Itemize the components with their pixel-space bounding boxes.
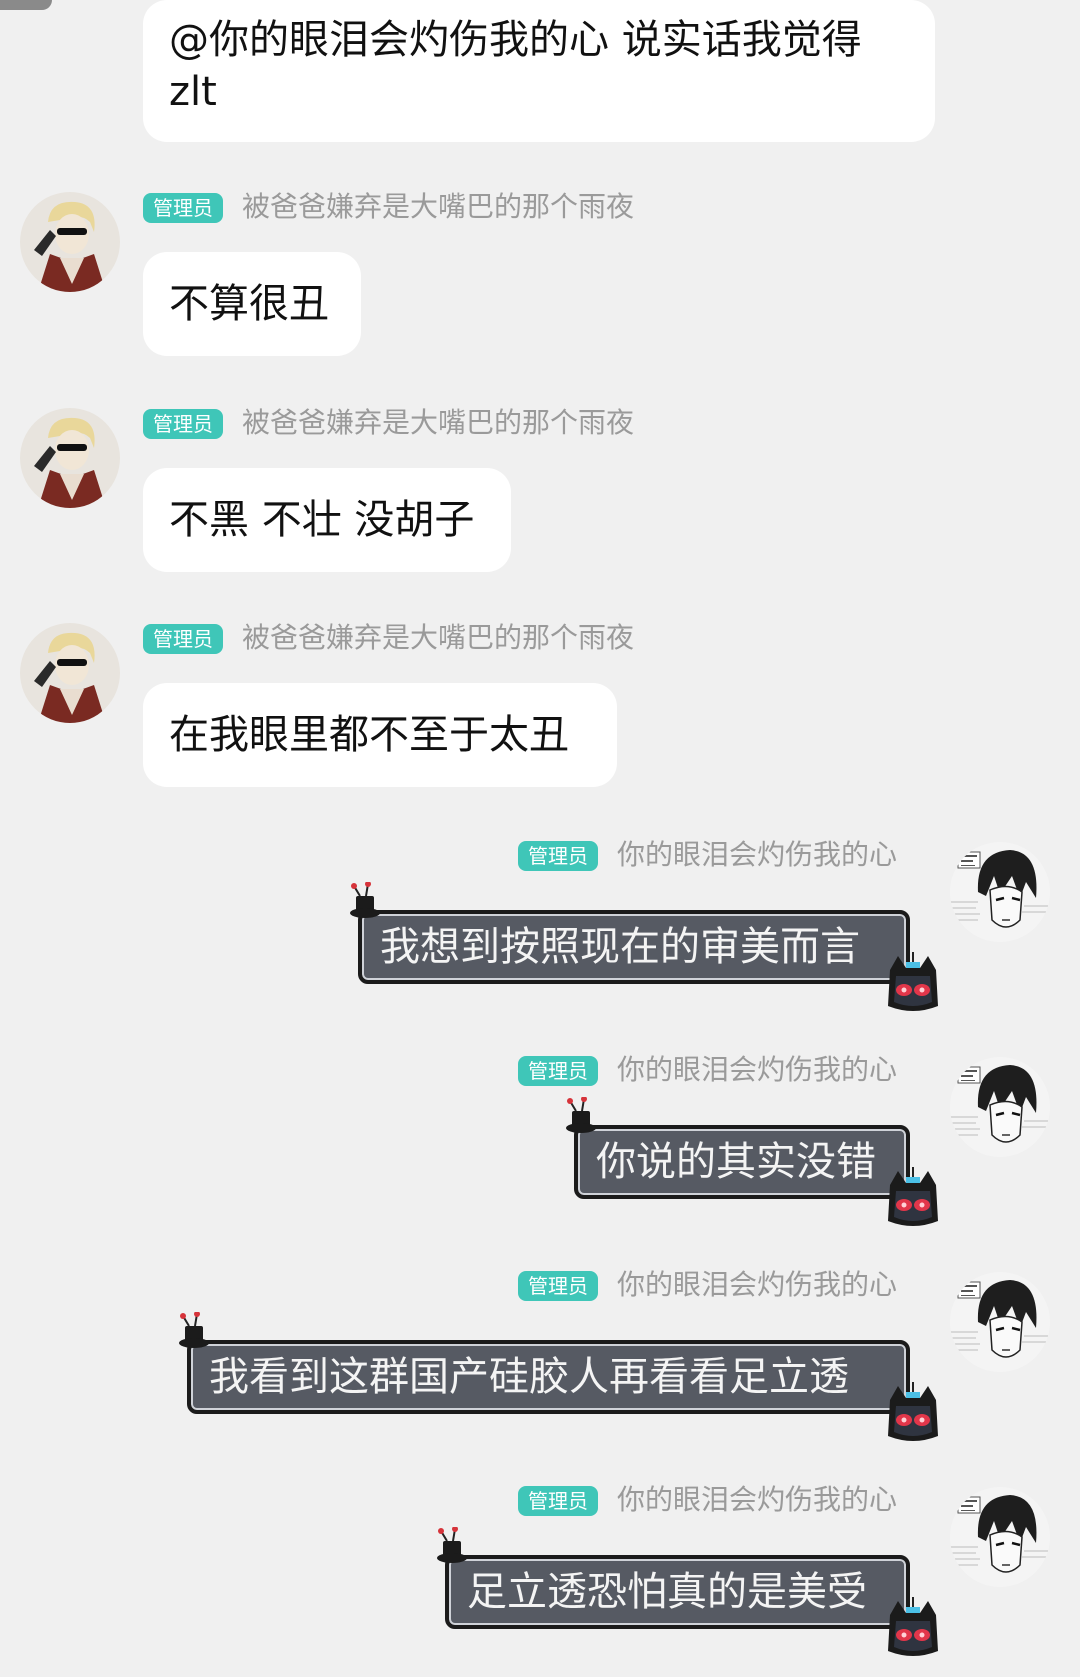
message-bubble[interactable]: 不算很丑 bbox=[143, 252, 361, 356]
message-bubble[interactable]: 你说的其实没错 bbox=[574, 1125, 910, 1199]
sender-avatar-icon[interactable] bbox=[950, 1487, 1050, 1587]
sender-avatar-icon[interactable] bbox=[950, 1057, 1050, 1157]
admin-badge: 管理员 bbox=[518, 841, 598, 871]
admin-badge: 管理员 bbox=[143, 624, 223, 654]
message-bubble[interactable]: 我看到这群国产硅胶人再看看足立透 bbox=[187, 1340, 910, 1414]
sender-nickname[interactable]: 你的眼泪会灼伤我的心 bbox=[617, 838, 897, 872]
sender-nickname[interactable]: 你的眼泪会灼伤我的心 bbox=[617, 1268, 897, 1302]
robot-cat-face-icon bbox=[880, 1167, 946, 1233]
sender-nickname[interactable]: 被爸爸嫌弃是大嘴巴的那个雨夜 bbox=[242, 190, 634, 224]
message-text-line1: @你的眼泪会灼伤我的心 说实话我觉得 bbox=[169, 17, 862, 63]
robot-cat-face-icon bbox=[880, 1597, 946, 1663]
antenna-top-hat-icon bbox=[562, 1097, 602, 1137]
sender-avatar-icon[interactable] bbox=[950, 1272, 1050, 1372]
antenna-top-hat-icon bbox=[346, 882, 386, 922]
message-bubble[interactable]: 不黑 不壮 没胡子 bbox=[143, 468, 511, 572]
admin-badge: 管理员 bbox=[143, 193, 223, 223]
admin-badge: 管理员 bbox=[143, 409, 223, 439]
admin-badge: 管理员 bbox=[518, 1486, 598, 1516]
sender-avatar-icon[interactable] bbox=[20, 623, 120, 723]
admin-badge: 管理员 bbox=[518, 1056, 598, 1086]
sender-nickname[interactable]: 被爸爸嫌弃是大嘴巴的那个雨夜 bbox=[242, 406, 634, 440]
message-bubble[interactable]: 我想到按照现在的审美而言 bbox=[358, 910, 910, 984]
message-bubble-top[interactable]: @你的眼泪会灼伤我的心 说实话我觉得 zlt bbox=[143, 0, 935, 142]
robot-cat-face-icon bbox=[880, 952, 946, 1018]
sender-nickname[interactable]: 你的眼泪会灼伤我的心 bbox=[617, 1053, 897, 1087]
message-text-line2: zlt bbox=[169, 69, 217, 115]
sender-avatar-icon[interactable] bbox=[950, 842, 1050, 942]
sender-nickname[interactable]: 你的眼泪会灼伤我的心 bbox=[617, 1483, 897, 1517]
message-bubble[interactable]: 在我眼里都不至于太丑 bbox=[143, 683, 617, 787]
sender-avatar-icon[interactable] bbox=[20, 192, 120, 292]
antenna-top-hat-icon bbox=[433, 1527, 473, 1567]
admin-badge: 管理员 bbox=[518, 1271, 598, 1301]
sender-avatar-icon[interactable] bbox=[20, 408, 120, 508]
corner-tab bbox=[0, 0, 52, 10]
antenna-top-hat-icon bbox=[175, 1312, 215, 1352]
message-bubble[interactable]: 足立透恐怕真的是美受 bbox=[445, 1555, 910, 1629]
robot-cat-face-icon bbox=[880, 1382, 946, 1448]
sender-nickname[interactable]: 被爸爸嫌弃是大嘴巴的那个雨夜 bbox=[242, 621, 634, 655]
